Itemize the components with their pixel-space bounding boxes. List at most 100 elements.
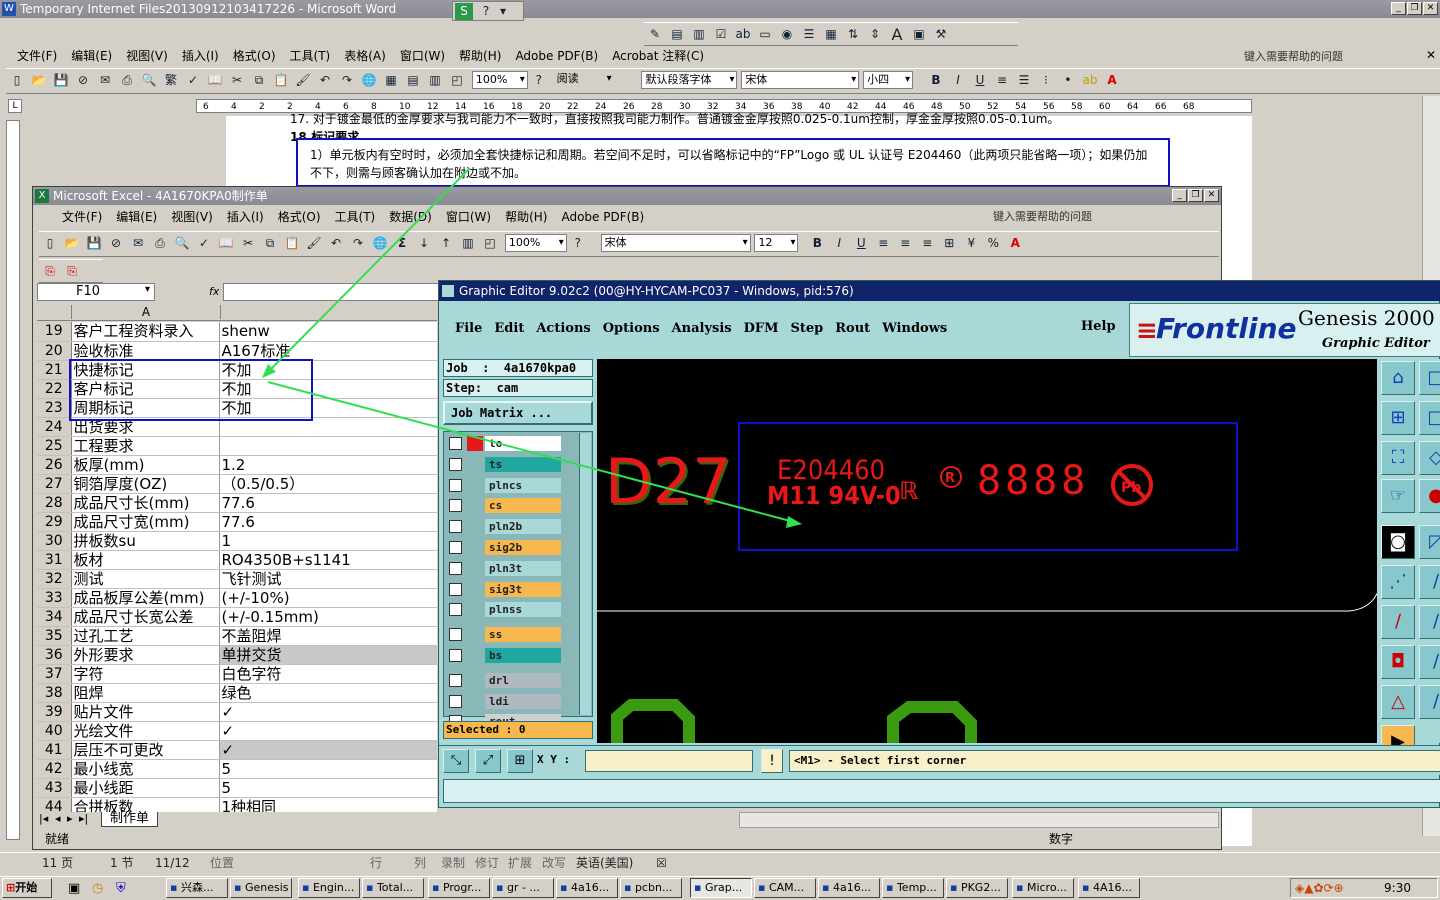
- tab-nav-first-icon[interactable]: |◂: [39, 812, 48, 826]
- spell-icon[interactable]: ✓: [195, 235, 213, 252]
- excel-menu-item[interactable]: Adobe PDF(B): [554, 207, 651, 227]
- excel-menu-item[interactable]: 帮助(H): [498, 207, 554, 227]
- edit-icon[interactable]: ▤: [668, 26, 686, 43]
- draw-icon[interactable]: ✎: [646, 26, 664, 43]
- copy-icon[interactable]: ⧉: [250, 72, 268, 89]
- name-box-dropdown-icon[interactable]: ▾: [145, 284, 150, 295]
- tool-next8-icon[interactable]: ∕: [1419, 645, 1440, 679]
- pan-icon[interactable]: ☞: [1381, 479, 1415, 513]
- table-row[interactable]: 20 验收标准 A167标准: [37, 341, 437, 361]
- snap-icon[interactable]: ◙: [1381, 525, 1415, 559]
- measure-icon[interactable]: ⤡: [443, 749, 469, 773]
- size-select[interactable]: 小四: [863, 71, 914, 89]
- tool-next5-icon[interactable]: ◸: [1419, 525, 1440, 559]
- quicklaunch-desktop-icon[interactable]: ▣: [68, 881, 80, 896]
- sheet-tab[interactable]: 制作单: [101, 812, 159, 827]
- row-number[interactable]: 35: [37, 626, 72, 646]
- hyperlink-icon[interactable]: 🌐: [371, 235, 389, 252]
- status-rec[interactable]: 录制: [441, 853, 465, 873]
- tool-next4-icon[interactable]: ●: [1419, 479, 1440, 513]
- taskbar-item[interactable]: ▪ pcbn...: [620, 878, 682, 898]
- row-number[interactable]: 37: [37, 664, 72, 684]
- layer-checkbox[interactable]: [449, 478, 462, 492]
- excel-menu-item[interactable]: 数据(D): [382, 207, 439, 227]
- mail-icon[interactable]: ✉: [96, 72, 114, 89]
- table-row[interactable]: 42 最小线宽 5: [37, 759, 437, 779]
- excel-icon[interactable]: ▤: [404, 72, 422, 89]
- minimize-button[interactable]: _: [1391, 2, 1406, 15]
- excel-menu-item[interactable]: 工具(T): [328, 207, 383, 227]
- new-icon[interactable]: ▯: [8, 72, 26, 89]
- triangle-icon[interactable]: △: [1381, 685, 1415, 719]
- s-icon[interactable]: S: [455, 3, 473, 20]
- table-row[interactable]: 30 拼板数su 1: [37, 531, 437, 551]
- align-left-icon[interactable]: ≡: [874, 235, 892, 252]
- research-icon[interactable]: 📖: [217, 235, 235, 252]
- radio-icon[interactable]: ◉: [778, 26, 796, 43]
- layer-row[interactable]: pln2b: [449, 519, 561, 535]
- layer-row[interactable]: ss: [449, 627, 561, 643]
- permission-icon[interactable]: ⊘: [107, 235, 125, 252]
- genesis-menu-item[interactable]: DFM: [744, 319, 779, 339]
- sort-asc-icon[interactable]: ↓: [415, 235, 433, 252]
- alert-icon[interactable]: !: [761, 749, 783, 773]
- cell-value[interactable]: （0.5/0.5）: [219, 474, 437, 494]
- cell-label[interactable]: 铜箔厚度(OZ): [71, 474, 220, 494]
- table-row[interactable]: 33 成品板厚公差(mm) (+/-10%): [37, 588, 437, 608]
- taskbar-item[interactable]: ▪ Progr...: [428, 878, 490, 898]
- table-row[interactable]: 36 外形要求 单拼交货: [37, 645, 437, 665]
- genesis-menu-item[interactable]: Actions: [536, 319, 590, 339]
- ruler-corner[interactable]: L: [8, 99, 22, 113]
- row-number[interactable]: 36: [37, 645, 72, 665]
- preview-icon[interactable]: 🔍: [173, 235, 191, 252]
- row-number[interactable]: 22: [37, 379, 72, 399]
- preview-icon[interactable]: 🔍: [140, 72, 158, 89]
- name-box[interactable]: F10: [37, 283, 155, 301]
- highlight-icon[interactable]: ab: [1081, 72, 1099, 89]
- list-icon[interactable]: ☰: [800, 26, 818, 43]
- redo-icon[interactable]: ↷: [349, 235, 367, 252]
- row-number[interactable]: 28: [37, 493, 72, 513]
- copy-icon[interactable]: ⧉: [261, 235, 279, 252]
- format-painter-icon[interactable]: 🖌: [305, 235, 323, 252]
- column-header-a[interactable]: A: [71, 305, 221, 319]
- row-number[interactable]: 27: [37, 474, 72, 494]
- table-row[interactable]: 27 铜箔厚度(OZ) （0.5/0.5）: [37, 474, 437, 494]
- cell-label[interactable]: 贴片文件: [71, 702, 220, 722]
- row-number[interactable]: 20: [37, 341, 72, 361]
- row-number[interactable]: 29: [37, 512, 72, 532]
- excel-menu-item[interactable]: 格式(O): [271, 207, 328, 227]
- cell-label[interactable]: 最小线宽: [71, 759, 220, 779]
- sum-icon[interactable]: Σ: [393, 235, 411, 252]
- cell-label[interactable]: 成品尺寸长(mm): [71, 493, 220, 513]
- excel-menu-item[interactable]: 文件(F): [55, 207, 109, 227]
- taskbar-item[interactable]: ▪ Genesis: [230, 878, 292, 898]
- taskbar-item[interactable]: ▪ Grap...: [690, 878, 752, 898]
- layer-row[interactable]: drl: [449, 672, 561, 688]
- table-row[interactable]: 43 最小线距 5: [37, 778, 437, 798]
- fit-icon[interactable]: ⛶: [1381, 441, 1415, 475]
- layer-row[interactable]: ldi: [449, 693, 561, 709]
- layer-scrollbar[interactable]: [579, 433, 591, 715]
- layer-checkbox[interactable]: [449, 499, 462, 513]
- row-number[interactable]: 43: [37, 778, 72, 798]
- vertical-ruler[interactable]: [6, 120, 20, 840]
- word-menu-item[interactable]: 表格(A): [337, 46, 393, 66]
- taskbar-item[interactable]: ▪ PKG2...: [946, 878, 1008, 898]
- row-number[interactable]: 25: [37, 436, 72, 456]
- italic-icon[interactable]: I: [830, 235, 848, 252]
- layer-row[interactable]: pln3t: [449, 560, 561, 576]
- word-menu-item[interactable]: 帮助(H): [452, 46, 508, 66]
- pdf-mail-icon[interactable]: ⎘: [63, 263, 81, 280]
- taskbar-item[interactable]: ▪ 4A16...: [1078, 878, 1140, 898]
- row-number[interactable]: 30: [37, 531, 72, 551]
- word-zoom-select[interactable]: 100%: [471, 71, 528, 89]
- table-row[interactable]: 41 层压不可更改 ✓: [37, 740, 437, 760]
- excel-titlebar[interactable]: X Microsoft Excel - 4A1670KPA0制作单 _ ❐ ✕: [33, 187, 1221, 205]
- undo-icon[interactable]: ↶: [327, 235, 345, 252]
- layer-checkbox[interactable]: [449, 561, 462, 575]
- cell-label[interactable]: 成品尺寸宽(mm): [71, 512, 220, 532]
- zoom-home-icon[interactable]: ⌂: [1381, 361, 1415, 395]
- spell-status-icon[interactable]: ☒: [656, 853, 667, 873]
- word-help-input[interactable]: 键入需要帮助的问题: [1244, 48, 1422, 65]
